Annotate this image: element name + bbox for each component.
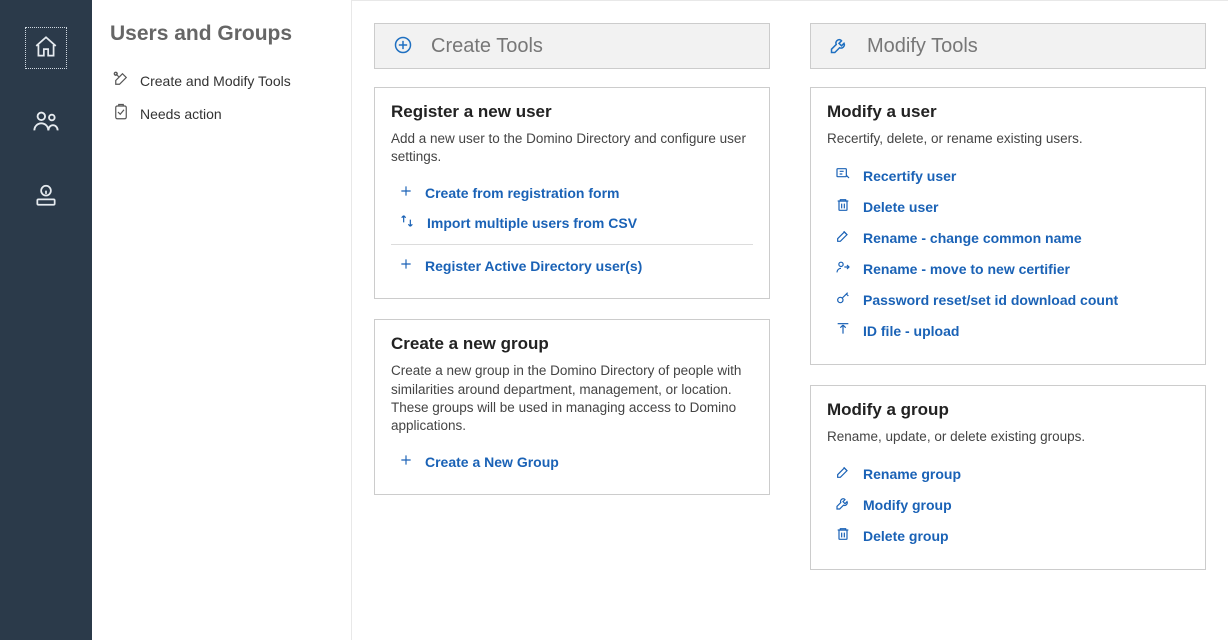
action-label: Create a New Group bbox=[425, 454, 559, 470]
create-header-title: Create Tools bbox=[431, 35, 543, 58]
import-icon bbox=[399, 213, 415, 232]
card-title: Create a new group bbox=[391, 334, 753, 354]
card-title: Modify a user bbox=[827, 102, 1189, 122]
action-create-from-form[interactable]: Create from registration form bbox=[391, 178, 753, 207]
rail-home[interactable] bbox=[26, 28, 66, 68]
pencil-icon bbox=[835, 464, 851, 483]
create-column: Create Tools Register a new user Add a n… bbox=[374, 23, 770, 618]
plus-icon bbox=[399, 453, 413, 470]
server-icon bbox=[33, 182, 59, 211]
side-item-needs-action[interactable]: Needs action bbox=[110, 97, 333, 130]
upload-icon bbox=[835, 321, 851, 340]
clipboard-check-icon bbox=[112, 103, 130, 124]
action-label: Modify group bbox=[863, 497, 952, 513]
divider bbox=[391, 244, 753, 245]
action-label: Rename - change common name bbox=[863, 230, 1082, 246]
side-item-label: Create and Modify Tools bbox=[140, 73, 291, 89]
card-title: Register a new user bbox=[391, 102, 753, 122]
card-register-user: Register a new user Add a new user to th… bbox=[374, 87, 770, 299]
action-register-ad-users[interactable]: Register Active Directory user(s) bbox=[391, 251, 753, 280]
action-id-file-upload[interactable]: ID file - upload bbox=[827, 315, 1189, 346]
rail-users[interactable] bbox=[26, 102, 66, 142]
card-desc: Rename, update, or delete existing group… bbox=[827, 428, 1189, 446]
card-create-group: Create a new group Create a new group in… bbox=[374, 319, 770, 495]
action-modify-group[interactable]: Modify group bbox=[827, 489, 1189, 520]
card-desc: Recertify, delete, or rename existing us… bbox=[827, 130, 1189, 148]
side-heading: Users and Groups bbox=[110, 22, 333, 46]
side-panel: Users and Groups Create and Modify Tools… bbox=[92, 0, 352, 640]
card-title: Modify a group bbox=[827, 400, 1189, 420]
plus-icon bbox=[399, 184, 413, 201]
card-desc: Create a new group in the Domino Directo… bbox=[391, 362, 753, 435]
action-label: Password reset/set id download count bbox=[863, 292, 1118, 308]
wrench-icon bbox=[829, 35, 849, 58]
action-import-csv[interactable]: Import multiple users from CSV bbox=[391, 207, 753, 238]
action-label: Delete group bbox=[863, 528, 949, 544]
plus-circle-icon bbox=[393, 35, 413, 58]
tools-icon bbox=[112, 70, 130, 91]
home-icon bbox=[33, 34, 59, 63]
nav-rail bbox=[0, 0, 92, 640]
card-modify-user: Modify a user Recertify, delete, or rena… bbox=[810, 87, 1206, 365]
action-password-reset[interactable]: Password reset/set id download count bbox=[827, 284, 1189, 315]
main-area: Create Tools Register a new user Add a n… bbox=[352, 0, 1228, 640]
rail-server[interactable] bbox=[26, 176, 66, 216]
users-icon bbox=[32, 107, 60, 138]
action-label: ID file - upload bbox=[863, 323, 959, 339]
key-icon bbox=[835, 290, 851, 309]
action-create-new-group[interactable]: Create a New Group bbox=[391, 447, 753, 476]
card-desc: Add a new user to the Domino Directory a… bbox=[391, 130, 753, 166]
pencil-icon bbox=[835, 228, 851, 247]
action-label: Rename - move to new certifier bbox=[863, 261, 1070, 277]
side-item-create-modify-tools[interactable]: Create and Modify Tools bbox=[110, 64, 333, 97]
recertify-icon bbox=[835, 166, 851, 185]
card-modify-group: Modify a group Rename, update, or delete… bbox=[810, 385, 1206, 570]
create-header: Create Tools bbox=[374, 23, 770, 69]
action-delete-user[interactable]: Delete user bbox=[827, 191, 1189, 222]
action-label: Import multiple users from CSV bbox=[427, 215, 637, 231]
action-label: Register Active Directory user(s) bbox=[425, 258, 642, 274]
trash-icon bbox=[835, 526, 851, 545]
modify-header: Modify Tools bbox=[810, 23, 1206, 69]
action-label: Delete user bbox=[863, 199, 938, 215]
plus-icon bbox=[399, 257, 413, 274]
action-recertify-user[interactable]: Recertify user bbox=[827, 160, 1189, 191]
action-rename-move-certifier[interactable]: Rename - move to new certifier bbox=[827, 253, 1189, 284]
action-label: Create from registration form bbox=[425, 185, 619, 201]
modify-column: Modify Tools Modify a user Recertify, de… bbox=[810, 23, 1206, 618]
action-rename-common-name[interactable]: Rename - change common name bbox=[827, 222, 1189, 253]
action-label: Recertify user bbox=[863, 168, 956, 184]
action-rename-group[interactable]: Rename group bbox=[827, 458, 1189, 489]
user-move-icon bbox=[835, 259, 851, 278]
side-item-label: Needs action bbox=[140, 106, 222, 122]
action-label: Rename group bbox=[863, 466, 961, 482]
wrench-icon bbox=[835, 495, 851, 514]
trash-icon bbox=[835, 197, 851, 216]
action-delete-group[interactable]: Delete group bbox=[827, 520, 1189, 551]
modify-header-title: Modify Tools bbox=[867, 35, 978, 58]
